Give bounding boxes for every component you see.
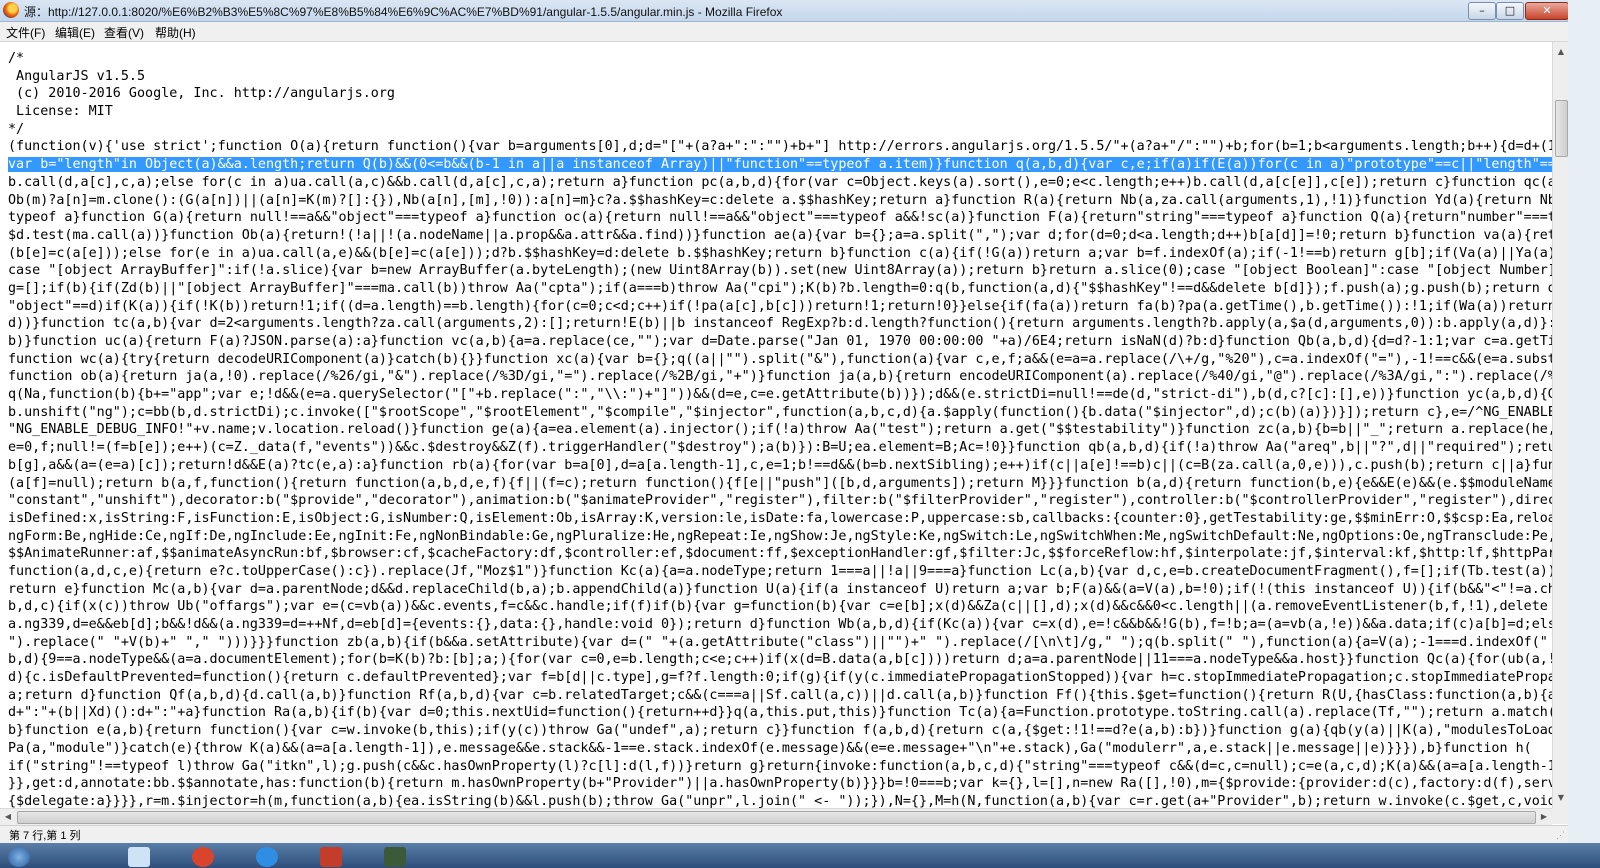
source-code[interactable]: /* AngularJS v1.5.5 (c) 2010-2016 Google… — [0, 42, 1552, 808]
scroll-down-icon[interactable]: ▼ — [1554, 790, 1568, 806]
code-line: typeof a}function G(a){return null!==a&&… — [8, 210, 1552, 226]
menu-bar: 文件(F) 编辑(E) 查看(V) 帮助(H) — [0, 22, 1600, 42]
code-line: {$delegate:a}}}},r=m.$injector=h(m,funct… — [8, 793, 1552, 808]
code-line: Pa(a,"module")}catch(e){throw K(a)&&(a=a… — [8, 740, 1532, 756]
start-icon[interactable] — [8, 847, 30, 867]
code-line: (function(v){'use strict';function O(a){… — [8, 139, 1552, 155]
code-line: b,d){9==a.nodeType&&(a=a.documentElement… — [8, 652, 1552, 668]
code-line: License: MIT — [8, 104, 113, 120]
scroll-right-icon[interactable]: ▶ — [1536, 809, 1552, 825]
horizontal-scrollbar[interactable]: ◀ ▶ — [0, 808, 1552, 825]
code-line: "object"==d)if(K(a)){if(!K(b))return!1;i… — [8, 298, 1552, 314]
resize-grip-icon[interactable]: ⋰ — [1556, 830, 1565, 841]
menu-edit[interactable]: 编辑(E) — [55, 24, 95, 41]
taskbar-app-icon[interactable] — [320, 847, 342, 867]
source-view[interactable]: /* AngularJS v1.5.5 (c) 2010-2016 Google… — [0, 42, 1552, 808]
code-line: b)}function uc(a){return F(a)?JSON.parse… — [8, 334, 1552, 349]
taskbar — [0, 843, 1600, 868]
code-line: d))}function tc(a,b){var d=2<arguments.l… — [8, 316, 1552, 332]
firefox-icon — [3, 2, 19, 18]
title-bar: 源：http://127.0.0.1:8020/%E6%B2%B3%E5%8C%… — [0, 0, 1600, 22]
code-line: e=0,f;null!=(f=b[e]);e++)(c=Z._data(f,"e… — [8, 440, 1552, 456]
code-line: function ob(a){return ja(a,!0).replace(/… — [8, 369, 1552, 385]
vertical-scroll-thumb[interactable] — [1555, 100, 1568, 157]
selected-line[interactable]: var b="length"in Object(a)&&a.length;ret… — [8, 157, 1552, 173]
vertical-scrollbar[interactable]: ▲ ▼ — [1552, 42, 1569, 808]
code-line: $$AnimateRunner:af,$$animateAsyncRun:bf,… — [8, 546, 1552, 562]
code-line: d){c.isDefaultPrevented=function(){retur… — [8, 670, 1552, 686]
code-line: if("string"!==typeof l)throw Ga("itkn",l… — [8, 758, 1552, 774]
code-lines-before: /* AngularJS v1.5.5 (c) 2010-2016 Google… — [8, 51, 1552, 154]
code-line: d+":"+(b||Xd)():d+":"+a}function Ra(a,b)… — [8, 705, 1552, 721]
code-line: "NG_ENABLE_DEBUG_INFO!"+v.name;v.locatio… — [8, 422, 1552, 438]
code-line: return e}function Mc(a,b){var d=a.parent… — [8, 581, 1552, 597]
code-line: }},get:d,annotate:bb.$$annotate,has:func… — [8, 776, 1552, 792]
code-line: (a[f]=null);return b(a,f,function(){retu… — [8, 475, 1552, 491]
code-line: isDefined:x,isString:F,isFunction:E,isOb… — [8, 510, 1552, 526]
code-line: case "[object ArrayBuffer]":if(!a.slice)… — [8, 263, 1552, 279]
code-line: a.ng339,d=e&&eb[d];b&&!d&&(a.ng339=d=++N… — [8, 617, 1552, 632]
code-line: b.call(d,a[c],c,a);else for(c in a)ua.ca… — [8, 174, 1552, 190]
code-line: /* — [8, 51, 25, 66]
code-line: (b[e]=c(a[e]));else for(e in a)ua.call(a… — [8, 245, 1552, 261]
close-button[interactable]: ✕ — [1525, 2, 1569, 20]
status-bar: 第 7 行,第 1 列 ⋰ — [0, 825, 1568, 843]
code-line: ngForm:Be,ngHide:Ce,ngIf:De,ngInclude:Ee… — [8, 528, 1552, 544]
window-title: 源：http://127.0.0.1:8020/%E6%B2%B3%E5%8C%… — [24, 5, 783, 19]
code-line: AngularJS v1.5.5 — [8, 68, 146, 84]
code-line: b.unshift("ng");c=bb(b,d.strictDi);c.inv… — [8, 404, 1552, 420]
scroll-up-icon[interactable]: ▲ — [1554, 44, 1568, 60]
code-line: ").replace(" "+V(b)+" "," ")))}}}functio… — [8, 634, 1552, 650]
code-line: $d.test(ma.call(a))}function Ob(a){retur… — [8, 227, 1552, 243]
code-lines-after: b.call(d,a[c],c,a);else for(c in a)ua.ca… — [8, 175, 1552, 808]
taskbar-app-icon[interactable] — [384, 847, 406, 867]
code-line: Ob(m)?a[n]=m.clone():(G(a[n])||(a[n]=K(m… — [8, 192, 1552, 208]
menu-help[interactable]: 帮助(H) — [155, 24, 196, 41]
scroll-left-icon[interactable]: ◀ — [0, 809, 16, 825]
code-line: function wc(a){try{return decodeURICompo… — [8, 351, 1552, 367]
code-line: b[g],a&&(a=(e=a)[c]);return!d&&E(a)?tc(e… — [8, 457, 1552, 473]
code-line: "constant","unshift"),decorator:b("$prov… — [8, 493, 1552, 509]
code-line: g=[];if(b){if(Zd(b)||"[object ArrayBuffe… — [8, 280, 1552, 296]
minimize-button[interactable]: – — [1468, 2, 1496, 20]
cursor-position: 第 7 行,第 1 列 — [9, 830, 81, 842]
scroll-corner — [1552, 808, 1568, 824]
code-line: a;return d}function Qf(a,b,d){d.call(a,b… — [8, 687, 1552, 703]
code-line: b,d,c){if(x(c))throw Ub("offargs");var e… — [8, 599, 1552, 615]
code-line: q(Na,function(b){b+="app";var e;!d&&(e=a… — [8, 387, 1552, 403]
taskbar-app-icon[interactable] — [128, 847, 150, 867]
menu-file[interactable]: 文件(F) — [6, 24, 45, 41]
maximize-button[interactable]: □ — [1496, 2, 1524, 20]
code-line: function(a,d,c,e){return e?c.toUpperCase… — [8, 563, 1552, 579]
horizontal-scroll-thumb[interactable] — [17, 811, 1536, 824]
taskbar-app-icon[interactable] — [256, 847, 278, 867]
menu-view[interactable]: 查看(V) — [104, 24, 144, 41]
taskbar-app-icon[interactable] — [192, 847, 214, 867]
code-line: (c) 2010-2016 Google, Inc. http://angula… — [8, 86, 395, 102]
code-line: */ — [8, 121, 25, 137]
code-line: b}function e(a,b){return function(){var … — [8, 723, 1552, 739]
desktop-edge — [1568, 0, 1600, 868]
